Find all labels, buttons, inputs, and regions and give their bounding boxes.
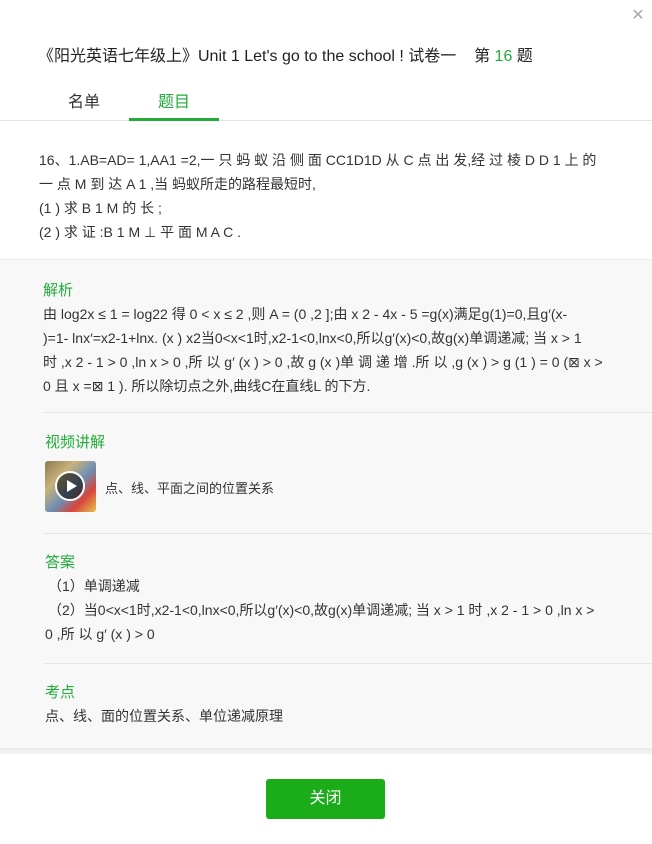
answer-line: （2）当0<x<1时,x2-1<0,lnx<0,所以g′(x)<0,故g(x)单…: [48, 602, 595, 618]
knowledge-point-text: 点、线、面的位置关系、单位递减原理: [45, 708, 283, 724]
question-line: (1 ) 求 B 1 M 的 长 ;: [39, 200, 162, 216]
title-question-suffix: 题: [516, 48, 533, 65]
question-line: 16、1.AB=AD= 1,AA1 =2,一 只 蚂 蚁 沿 侧 面 CC1D1…: [39, 152, 597, 168]
details-panel: 解析 由 log2x ≤ 1 = log22 得 0 < x ≤ 2 ,则 A …: [0, 259, 652, 754]
dialog-title: 《阳光英语七年级上》Unit 1 Let's go to the school …: [38, 42, 533, 66]
divider: [43, 533, 652, 534]
title-question-prefix: 第: [474, 48, 491, 65]
analysis-heading: 解析: [43, 282, 74, 299]
analysis-line: 由 log2x ≤ 1 = log22 得 0 < x ≤ 2 ,则 A = (…: [43, 306, 568, 322]
answer-body: （1）单调递减 （2）当0<x<1时,x2-1<0,lnx<0,所以g′(x)<…: [45, 574, 625, 646]
question-line: 一 点 M 到 达 A 1 ,当 蚂蚁所走的路程最短时,: [39, 176, 316, 192]
divider: [43, 663, 652, 664]
video-thumbnail[interactable]: [45, 461, 96, 512]
video-item[interactable]: 点、线、平面之间的位置关系: [45, 461, 605, 513]
analysis-section: 解析 由 log2x ≤ 1 = log22 得 0 < x ≤ 2 ,则 A …: [43, 279, 623, 398]
answer-heading: 答案: [45, 554, 76, 571]
play-icon[interactable]: [55, 471, 85, 501]
divider: [43, 412, 652, 413]
footer-shadow: [0, 748, 652, 756]
video-section: 视频讲解 点、线、平面之间的位置关系: [45, 431, 625, 512]
knowledge-point-heading: 考点: [45, 684, 76, 701]
answer-line: （1）单调递减: [48, 578, 140, 594]
question-line: (2 ) 求 证 :B 1 M ⊥ 平 面 M A C .: [39, 224, 242, 240]
analysis-line: 0 且 x =⊠ 1 ). 所以除切点之外,曲线C在直线L 的下方.: [43, 378, 371, 394]
close-button[interactable]: 关闭: [266, 779, 385, 819]
title-text: 《阳光英语七年级上》Unit 1 Let's go to the school …: [38, 48, 457, 65]
question-dialog: ✕ 《阳光英语七年级上》Unit 1 Let's go to the schoo…: [0, 0, 652, 844]
title-question-number: 16: [494, 48, 513, 65]
tab-roster[interactable]: 名单: [68, 88, 100, 112]
tab-question[interactable]: 题目: [158, 88, 190, 112]
video-title[interactable]: 点、线、平面之间的位置关系: [105, 478, 274, 497]
analysis-line: 时 ,x 2 - 1 > 0 ,ln x > 0 ,所 以 g′ (x ) > …: [43, 354, 603, 370]
question-text: 16、1.AB=AD= 1,AA1 =2,一 只 蚂 蚁 沿 侧 面 CC1D1…: [39, 148, 619, 244]
analysis-line: )=1- lnx′=x2-1+lnx. (x ) x2当0<x<1时,x2-1<…: [43, 330, 582, 346]
answer-line: 0 ,所 以 g′ (x ) > 0: [45, 626, 155, 642]
answer-section: 答案 （1）单调递减 （2）当0<x<1时,x2-1<0,lnx<0,所以g′(…: [45, 551, 625, 646]
tab-bar: 名单 题目: [0, 78, 652, 121]
close-icon[interactable]: ✕: [630, 8, 646, 24]
analysis-body: 由 log2x ≤ 1 = log22 得 0 < x ≤ 2 ,则 A = (…: [43, 302, 623, 398]
knowledge-point-section: 考点 点、线、面的位置关系、单位递减原理: [45, 681, 625, 728]
active-tab-indicator: [129, 118, 219, 121]
video-heading: 视频讲解: [45, 434, 106, 451]
